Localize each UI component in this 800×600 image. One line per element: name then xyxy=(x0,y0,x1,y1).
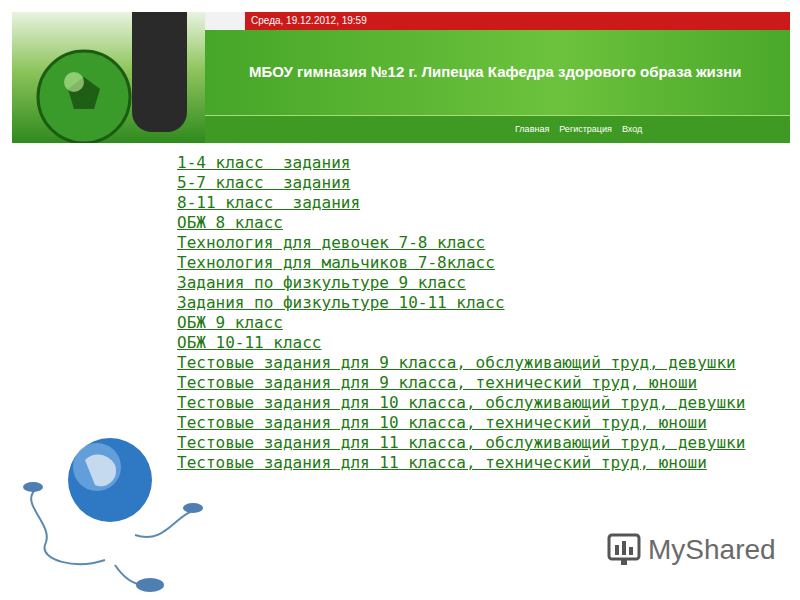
task-link[interactable]: Тестовые задания для 9 класса, обслужива… xyxy=(177,353,736,373)
task-link[interactable]: Задания по физкультуре 10-11 класс xyxy=(177,293,505,313)
globe-icon xyxy=(15,435,205,595)
task-link[interactable]: 5-7 класс задания xyxy=(177,173,350,193)
task-link[interactable]: Тестовые задания для 10 класса, техничес… xyxy=(177,413,707,433)
task-link[interactable]: Тестовые задания для 11 класса, техничес… xyxy=(177,453,707,473)
date-label: Среда, 19.12.2012, 19:59 xyxy=(251,16,367,26)
nav-link[interactable]: Главная xyxy=(515,123,549,137)
task-link[interactable]: 8-11 класс задания xyxy=(177,193,360,213)
task-link[interactable]: 1-4 класс задания xyxy=(177,153,350,173)
task-link[interactable]: ОБЖ 8 класс xyxy=(177,213,283,233)
myshared-logo-icon xyxy=(606,532,644,568)
watermark-text: MyShared xyxy=(648,536,776,564)
task-link[interactable]: Задания по физкультуре 9 класс xyxy=(177,273,466,293)
task-link[interactable]: ОБЖ 9 класс xyxy=(177,313,283,333)
football-icon xyxy=(34,47,134,143)
task-link[interactable]: ОБЖ 10-11 класс xyxy=(177,333,322,353)
task-link[interactable]: Технология для мальчиков 7-8класс xyxy=(177,253,495,273)
task-link[interactable]: Технология для девочек 7-8 класс xyxy=(177,233,485,253)
site-header: Среда, 19.12.2012, 19:59 МБОУ гимназия №… xyxy=(12,12,790,143)
nav-link[interactable]: Вход xyxy=(622,123,642,137)
task-link[interactable]: Тестовые задания для 10 класса, обслужив… xyxy=(177,393,745,413)
player-legs xyxy=(132,12,187,132)
site-title: МБОУ гимназия №12 г. Липецка Кафедра здо… xyxy=(249,61,742,84)
links-list: 1-4 класс задания5-7 класс задания8-11 к… xyxy=(177,153,800,473)
task-link[interactable]: Тестовые задания для 11 класса, обслужив… xyxy=(177,433,745,453)
header-photo xyxy=(12,12,205,143)
nav-link[interactable]: Регистрация xyxy=(559,123,612,137)
task-link[interactable]: Тестовые задания для 9 класса, техническ… xyxy=(177,373,697,393)
watermark: MyShared xyxy=(606,532,776,568)
